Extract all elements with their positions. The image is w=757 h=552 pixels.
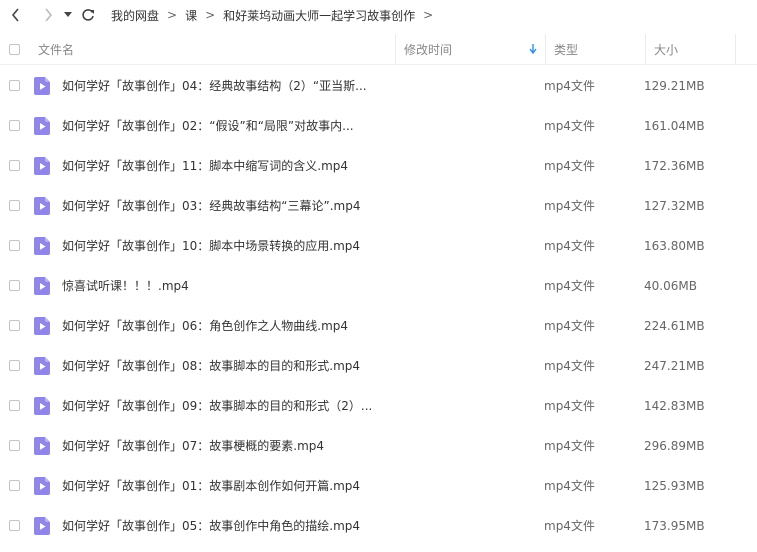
file-name[interactable]: 如何学好「故事创作」11：脚本中缩写词的含义.mp4 — [62, 146, 348, 186]
refresh-button[interactable] — [77, 0, 99, 30]
file-row[interactable]: 如何学好「故事创作」01：故事剧本创作如何开篇.mp4 mp4文件 125.93MB — [0, 466, 757, 506]
file-type: mp4文件 — [544, 359, 595, 373]
history-dropdown-button[interactable] — [61, 0, 75, 30]
video-file-icon — [34, 517, 50, 535]
file-name[interactable]: 如何学好「故事创作」08：故事脚本的目的和形式.mp4 — [62, 346, 360, 386]
file-row[interactable]: 如何学好「故事创作」10：脚本中场景转换的应用.mp4 mp4文件 163.80MB — [0, 226, 757, 266]
file-row[interactable]: 如何学好「故事创作」07：故事梗概的要素.mp4 mp4文件 296.89MB — [0, 426, 757, 466]
row-checkbox[interactable] — [9, 440, 20, 451]
toolbar: 我的网盘 > 课 > 和好莱坞动画大师一起学习故事创作 > — [0, 0, 757, 30]
row-checkbox[interactable] — [9, 320, 20, 331]
file-row[interactable]: 如何学好「故事创作」04：经典故事结构（2）“亚当斯... mp4文件 129.21… — [0, 66, 757, 106]
column-header-row: 文件名 修改时间 类型 大小 — [0, 34, 757, 65]
file-name[interactable]: 如何学好「故事创作」04：经典故事结构（2）“亚当斯... — [62, 66, 367, 106]
sort-down-arrow-icon — [529, 44, 537, 54]
row-checkbox[interactable] — [9, 280, 20, 291]
select-all-checkbox[interactable] — [9, 43, 20, 55]
file-row[interactable]: 如何学好「故事创作」09：故事脚本的目的和形式（2）... mp4文件 142.83… — [0, 386, 757, 426]
file-name[interactable]: 如何学好「故事创作」01：故事剧本创作如何开篇.mp4 — [62, 466, 360, 506]
refresh-icon — [82, 9, 94, 21]
file-size: 129.21MB — [644, 79, 705, 93]
breadcrumb-item-my-drive[interactable]: 我的网盘 — [111, 7, 159, 24]
file-row[interactable]: 如何学好「故事创作」03：经典故事结构“三幕论”.mp4 mp4文件 127.32M… — [0, 186, 757, 226]
file-type: mp4文件 — [544, 319, 595, 333]
file-name[interactable]: 如何学好「故事创作」10：脚本中场景转换的应用.mp4 — [62, 226, 360, 266]
file-size: 125.93MB — [644, 479, 705, 493]
file-size: 224.61MB — [644, 319, 705, 333]
file-row[interactable]: 如何学好「故事创作」11：脚本中缩写词的含义.mp4 mp4文件 172.36MB — [0, 146, 757, 186]
file-size: 161.04MB — [644, 119, 705, 133]
file-name[interactable]: 如何学好「故事创作」03：经典故事结构“三幕论”.mp4 — [62, 186, 360, 226]
file-type: mp4文件 — [544, 479, 595, 493]
file-type: mp4文件 — [544, 399, 595, 413]
row-checkbox[interactable] — [9, 120, 20, 131]
column-header-size[interactable]: 大小 — [645, 34, 735, 64]
row-checkbox[interactable] — [9, 200, 20, 211]
video-file-icon — [34, 357, 50, 375]
row-checkbox[interactable] — [9, 360, 20, 371]
file-size: 296.89MB — [644, 439, 705, 453]
file-type: mp4文件 — [544, 199, 595, 213]
video-file-icon — [34, 117, 50, 135]
breadcrumb-separator: > — [423, 8, 434, 22]
file-name[interactable]: 如何学好「故事创作」06：角色创作之人物曲线.mp4 — [62, 306, 348, 346]
file-type: mp4文件 — [544, 79, 595, 93]
breadcrumb-item-current-folder[interactable]: 和好莱坞动画大师一起学习故事创作 — [223, 7, 415, 24]
file-size: 173.95MB — [644, 519, 705, 533]
caret-down-icon — [64, 12, 72, 17]
column-header-modified[interactable]: 修改时间 — [395, 34, 545, 64]
row-checkbox[interactable] — [9, 520, 20, 531]
file-row[interactable]: 如何学好「故事创作」08：故事脚本的目的和形式.mp4 mp4文件 247.21MB — [0, 346, 757, 386]
file-row[interactable]: 如何学好「故事创作」06：角色创作之人物曲线.mp4 mp4文件 224.61MB — [0, 306, 757, 346]
file-name[interactable]: 如何学好「故事创作」09：故事脚本的目的和形式（2）... — [62, 386, 372, 426]
file-name[interactable]: 如何学好「故事创作」07：故事梗概的要素.mp4 — [62, 426, 324, 466]
file-type: mp4文件 — [544, 439, 595, 453]
row-checkbox[interactable] — [9, 160, 20, 171]
video-file-icon — [34, 397, 50, 415]
video-file-icon — [34, 317, 50, 335]
breadcrumb-separator: > — [205, 8, 216, 22]
column-header-type[interactable]: 类型 — [545, 34, 645, 64]
file-row[interactable]: 惊喜试听课！！！.mp4 mp4文件 40.06MB — [0, 266, 757, 306]
video-file-icon — [34, 277, 50, 295]
breadcrumb: 我的网盘 > 课 > 和好莱坞动画大师一起学习故事创作 > — [111, 0, 441, 30]
video-file-icon — [34, 157, 50, 175]
breadcrumb-separator: > — [167, 8, 178, 22]
file-name[interactable]: 惊喜试听课！！！.mp4 — [62, 266, 189, 306]
video-file-icon — [34, 77, 50, 95]
file-row[interactable]: 如何学好「故事创作」05：故事创作中角色的描绘.mp4 mp4文件 173.95MB — [0, 506, 757, 546]
column-header-modified-label: 修改时间 — [404, 42, 453, 57]
file-list: 如何学好「故事创作」04：经典故事结构（2）“亚当斯... mp4文件 129.21… — [0, 66, 757, 546]
video-file-icon — [34, 437, 50, 455]
file-type: mp4文件 — [544, 519, 595, 533]
breadcrumb-item-course[interactable]: 课 — [185, 7, 197, 24]
row-checkbox[interactable] — [9, 80, 20, 91]
file-name[interactable]: 如何学好「故事创作」02：“假设”和“局限”对故事内... — [62, 106, 354, 146]
chevron-right-icon — [45, 8, 53, 22]
chevron-left-icon — [11, 8, 19, 22]
row-checkbox[interactable] — [9, 480, 20, 491]
file-size: 40.06MB — [644, 279, 697, 293]
file-size: 127.32MB — [644, 199, 705, 213]
column-header-spacer — [735, 34, 756, 64]
row-checkbox[interactable] — [9, 400, 20, 411]
video-file-icon — [34, 477, 50, 495]
file-type: mp4文件 — [544, 159, 595, 173]
row-checkbox[interactable] — [9, 240, 20, 251]
file-type: mp4文件 — [544, 239, 595, 253]
file-row[interactable]: 如何学好「故事创作」02：“假设”和“局限”对故事内... mp4文件 161.04… — [0, 106, 757, 146]
column-header-name[interactable]: 文件名 — [38, 34, 395, 64]
file-size: 172.36MB — [644, 159, 705, 173]
video-file-icon — [34, 237, 50, 255]
forward-button[interactable] — [37, 0, 59, 30]
back-button[interactable] — [5, 0, 27, 30]
file-name[interactable]: 如何学好「故事创作」05：故事创作中角色的描绘.mp4 — [62, 506, 360, 546]
file-type: mp4文件 — [544, 279, 595, 293]
file-size: 142.83MB — [644, 399, 705, 413]
video-file-icon — [34, 197, 50, 215]
file-type: mp4文件 — [544, 119, 595, 133]
file-size: 163.80MB — [644, 239, 705, 253]
file-size: 247.21MB — [644, 359, 705, 373]
